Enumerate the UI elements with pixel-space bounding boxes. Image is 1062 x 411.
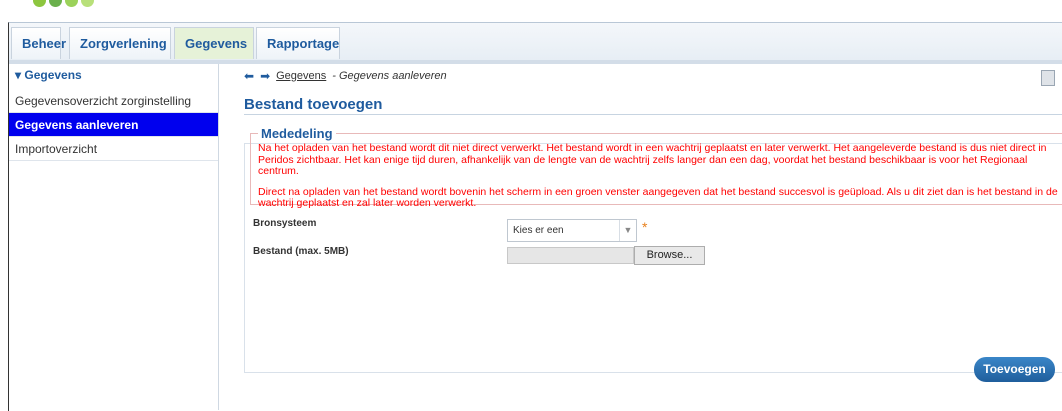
tab-gegevens[interactable]: Gegevens <box>174 27 254 59</box>
toevoegen-button[interactable]: Toevoegen <box>974 357 1055 382</box>
notice-legend: Mededeling <box>258 126 336 141</box>
top-strip <box>0 0 1062 22</box>
notice-text: Na het opladen van het bestand wordt dit… <box>258 142 1058 219</box>
browse-button[interactable]: Browse... <box>634 246 705 265</box>
logo-dot <box>33 0 46 7</box>
file-path-field[interactable] <box>507 247 634 264</box>
bronsysteem-label: Bronsysteem <box>253 218 317 229</box>
breadcrumb-link[interactable]: Gegevens <box>276 70 326 82</box>
arrow-left-icon[interactable]: ⬅ <box>244 69 254 83</box>
notice-paragraph: Na het opladen van het bestand wordt dit… <box>258 142 1047 177</box>
triangle-down-icon: ▾ <box>15 68 25 82</box>
bronsysteem-value: Kies er een <box>513 225 564 236</box>
logo-dot <box>49 0 62 7</box>
notice-paragraph: Direct na opladen van het bestand wordt … <box>258 185 1058 209</box>
logo <box>33 0 94 7</box>
page-tool-icon[interactable] <box>1041 70 1055 86</box>
required-marker: * <box>642 219 648 235</box>
logo-dot <box>65 0 78 7</box>
sidebar-item-importoverzicht[interactable]: Importoverzicht <box>9 137 218 161</box>
page-title: Bestand toevoegen <box>244 96 383 113</box>
sidebar-item-gegevens-aanleveren[interactable]: Gegevens aanleveren <box>9 113 218 137</box>
arrow-right-icon[interactable]: ➡ <box>260 69 270 83</box>
bestand-label: Bestand (max. 5MB) <box>253 246 349 257</box>
tab-zorgverlening[interactable]: Zorgverlening <box>69 27 171 59</box>
sidebar-header[interactable]: ▾ Gegevens <box>9 64 218 86</box>
main-tabbar: Beheer Zorgverlening Gegevens Rapportage <box>9 23 1062 64</box>
tab-beheer[interactable]: Beheer <box>11 27 66 59</box>
chevron-down-icon: ▼ <box>619 220 636 241</box>
title-divider <box>244 114 1062 115</box>
breadcrumb: ⬅ ➡ Gegevens - Gegevens aanleveren <box>244 69 447 83</box>
tab-rapportage[interactable]: Rapportage <box>256 27 340 59</box>
bronsysteem-select[interactable]: Kies er een ▼ <box>507 219 637 242</box>
logo-dot <box>81 0 94 7</box>
sidebar-header-label: Gegevens <box>24 68 82 82</box>
breadcrumb-current: - Gegevens aanleveren <box>332 70 447 82</box>
sidebar-item-gegevensoverzicht[interactable]: Gegevensoverzicht zorginstelling <box>9 89 218 113</box>
sidebar: ▾ Gegevens Gegevensoverzicht zorginstell… <box>9 64 219 410</box>
